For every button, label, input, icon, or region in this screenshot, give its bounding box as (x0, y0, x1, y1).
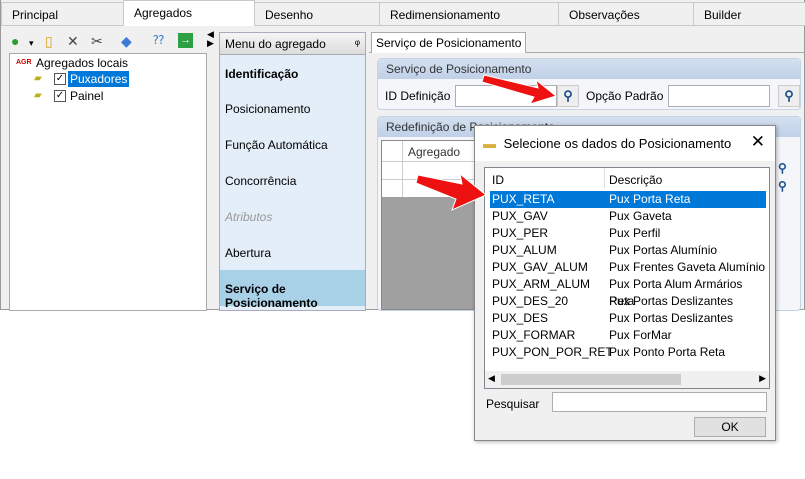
red-arrow (415, 74, 558, 211)
annotation-arrows (415, 74, 558, 211)
